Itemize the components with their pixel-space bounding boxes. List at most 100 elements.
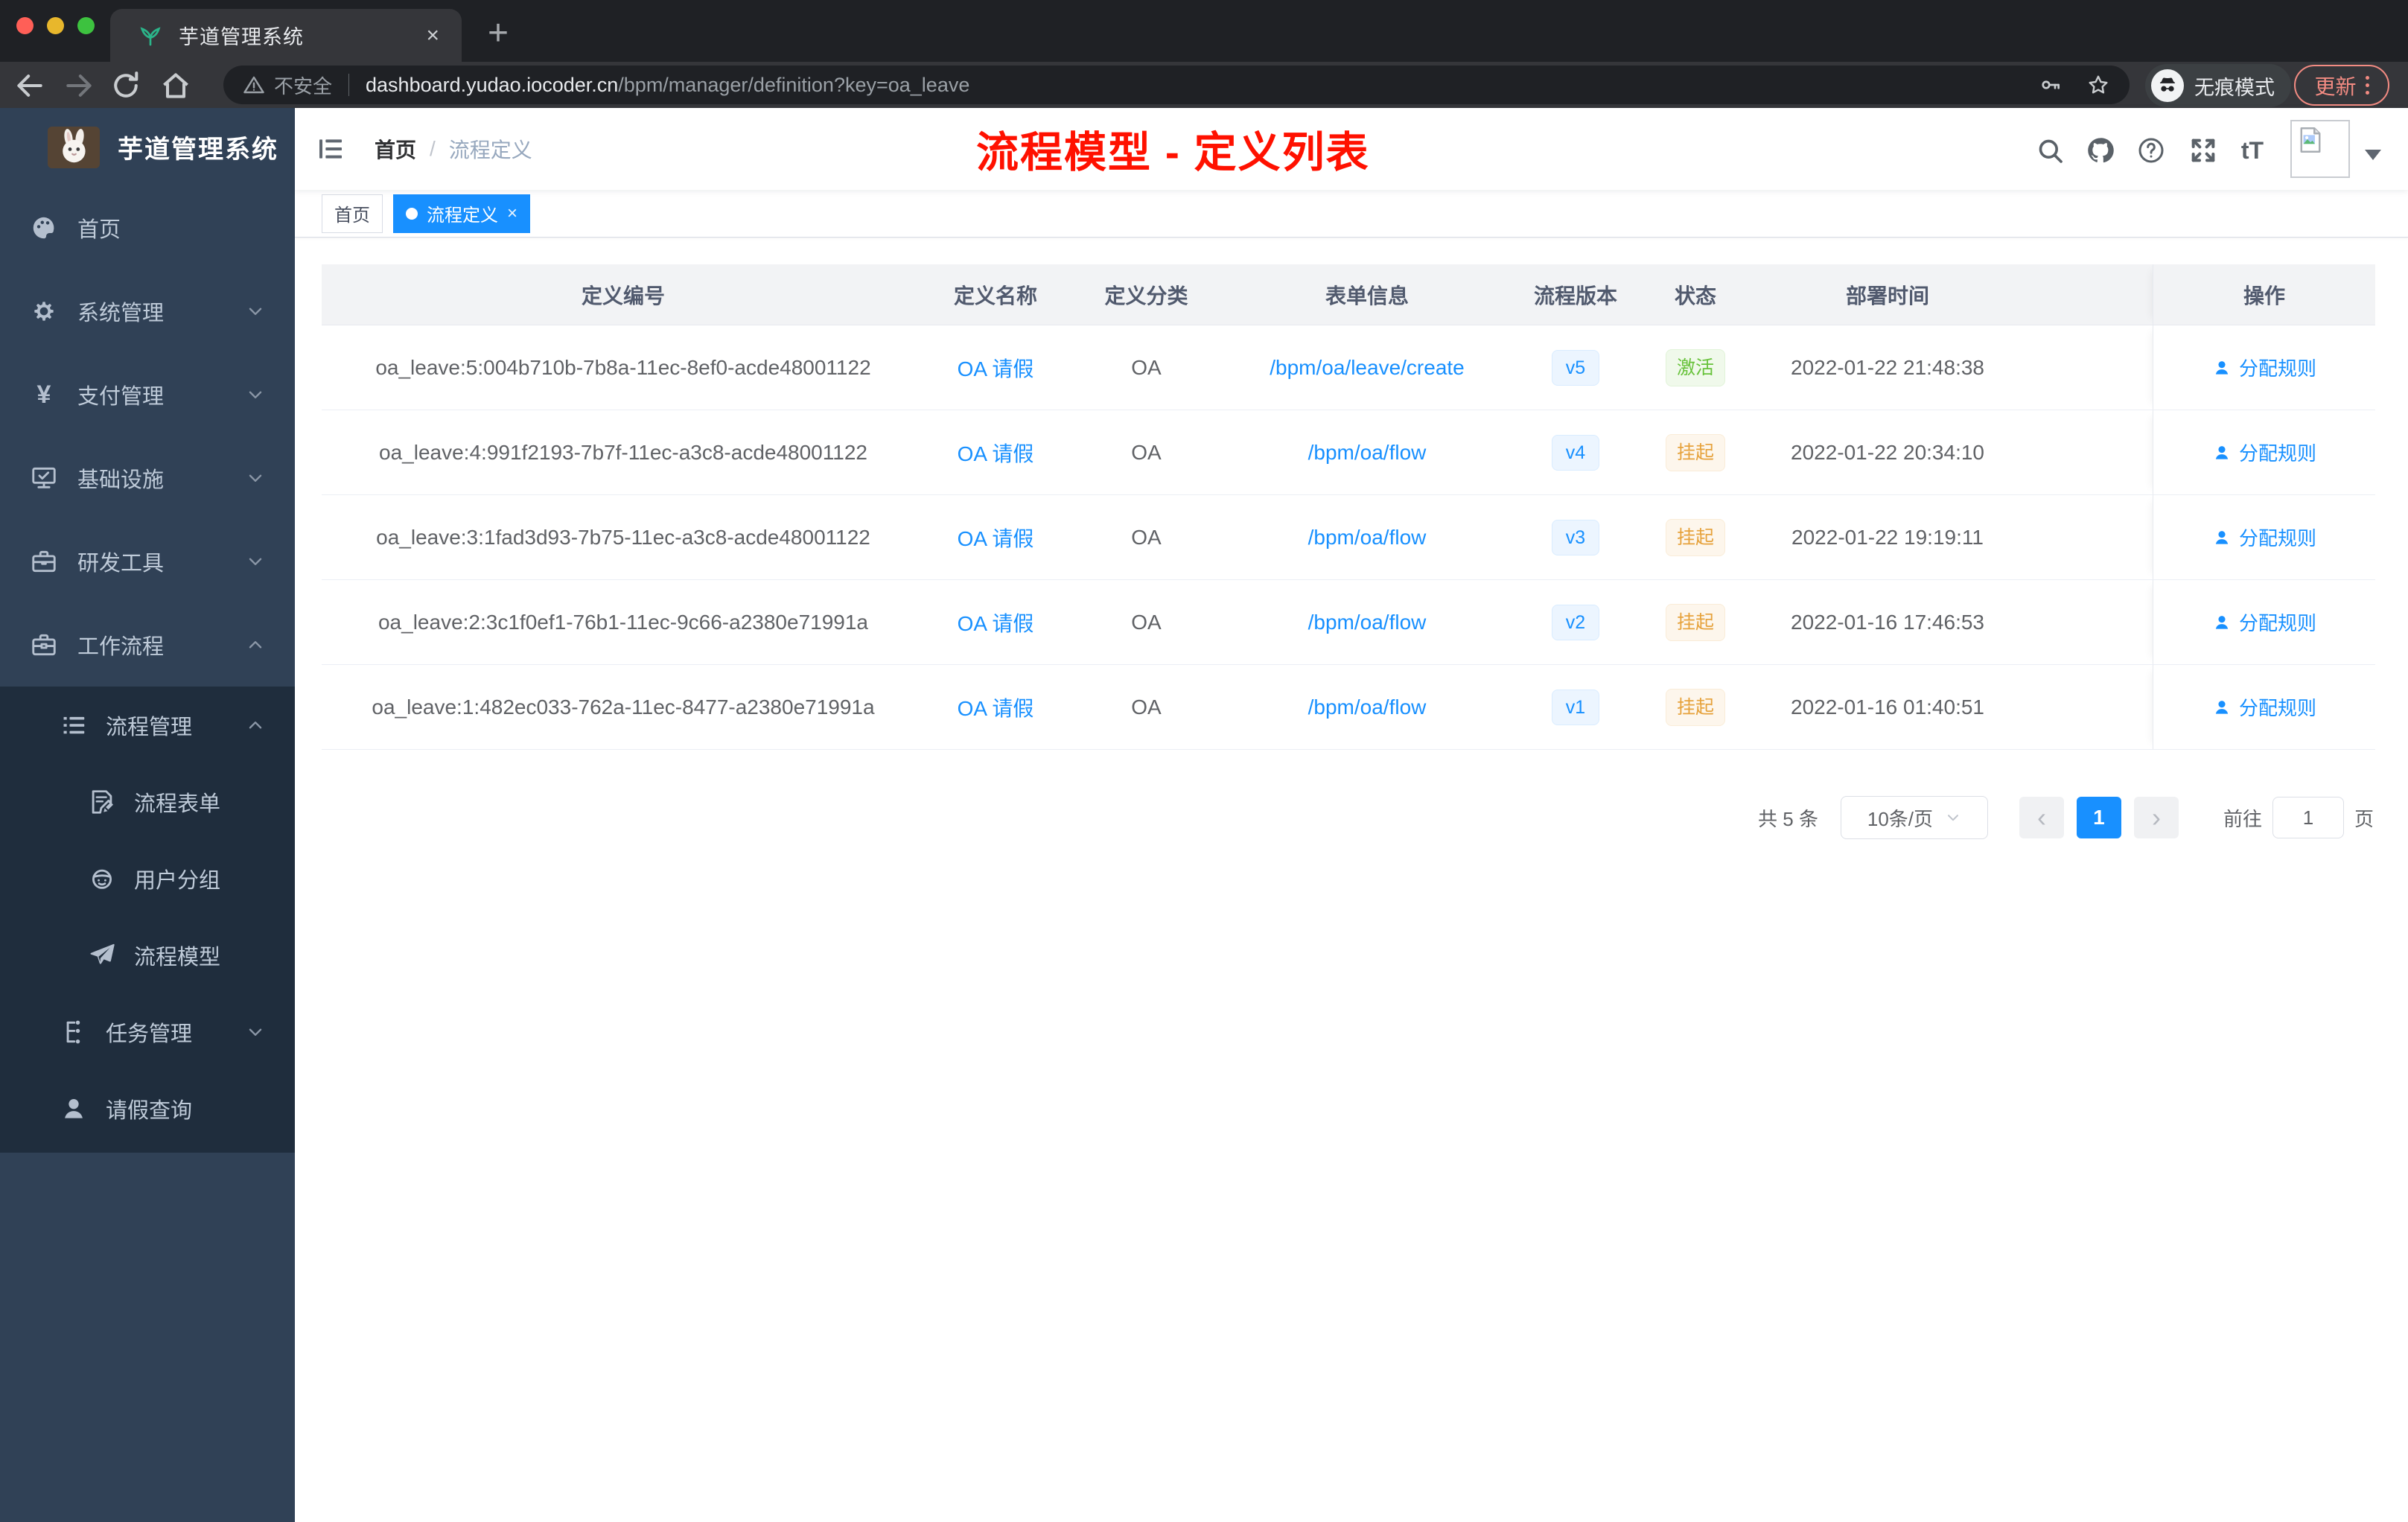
- window-close-button[interactable]: [16, 17, 34, 34]
- forward-icon[interactable]: [63, 69, 95, 102]
- address-bar[interactable]: 不安全 dashboard.yudao.iocoder.cn /bpm/mana…: [223, 66, 2130, 104]
- definition-name-link[interactable]: OA 请假: [958, 438, 1034, 468]
- dashboard-icon: [30, 214, 58, 242]
- sidebar-item-label: 流程管理: [106, 715, 193, 739]
- sidebar-item-用户分组[interactable]: 用户分组: [0, 840, 295, 917]
- browser-menu-icon[interactable]: [2365, 76, 2369, 95]
- definition-id-cell: oa_leave:1:482ec033-762a-11ec-8477-a2380…: [322, 695, 925, 719]
- assign-rule-button[interactable]: 分配规则: [2212, 693, 2316, 721]
- app-title: 芋道管理系统: [118, 136, 278, 164]
- sidebar-item-label: 流程模型: [134, 945, 221, 969]
- help-icon[interactable]: [2136, 136, 2166, 165]
- definition-name-link[interactable]: OA 请假: [958, 608, 1034, 637]
- sidebar-item-系统管理[interactable]: 系统管理: [0, 270, 295, 353]
- form-info-link[interactable]: /bpm/oa/flow: [1308, 611, 1427, 634]
- fullscreen-icon[interactable]: [2188, 136, 2218, 165]
- version-badge: v3: [1551, 519, 1600, 555]
- sidebar-logo: 芋道管理系统: [0, 108, 295, 186]
- form-info-link[interactable]: /bpm/oa/flow: [1308, 526, 1427, 550]
- bookmark-star-icon[interactable]: [2086, 73, 2110, 97]
- form-info-link[interactable]: /bpm/oa/flow: [1308, 695, 1427, 719]
- definition-name-cell: OA 请假: [925, 438, 1066, 468]
- sidebar-item-label: 任务管理: [106, 1022, 193, 1046]
- sidebar-item-工作流程[interactable]: 工作流程: [0, 603, 295, 687]
- password-key-icon[interactable]: [2039, 73, 2063, 97]
- assign-rule-button[interactable]: 分配规则: [2212, 523, 2316, 551]
- sidebar-item-支付管理[interactable]: ¥ 支付管理: [0, 353, 295, 436]
- window-minimize-button[interactable]: [47, 17, 64, 34]
- tag-close-icon[interactable]: ×: [507, 204, 517, 223]
- definition-id-cell: oa_leave:4:991f2193-7b7f-11ec-a3c8-acde4…: [322, 441, 925, 465]
- security-label[interactable]: 不安全: [274, 71, 332, 99]
- version-cell: v5: [1508, 349, 1643, 386]
- new-tab-button[interactable]: +: [474, 10, 523, 55]
- assign-rule-button[interactable]: 分配规则: [2212, 608, 2316, 636]
- assign-rule-label: 分配规则: [2238, 442, 2316, 465]
- assign-rule-button[interactable]: 分配规则: [2212, 354, 2316, 381]
- breadcrumb-separator: /: [430, 137, 436, 160]
- page-number-1[interactable]: 1: [2076, 797, 2121, 838]
- form-info-link[interactable]: /bpm/oa/flow: [1308, 441, 1427, 465]
- deploy-time: 2022-01-22 19:19:11: [1791, 525, 1984, 549]
- assign-rule-label: 分配规则: [2238, 357, 2316, 380]
- user-icon: [2212, 528, 2232, 547]
- browser-tab[interactable]: 芋道管理系统 ×: [110, 9, 462, 62]
- definition-category: OA: [1131, 440, 1162, 464]
- operation-cell: 分配规则: [2153, 495, 2375, 579]
- prev-page-button[interactable]: ‹: [2019, 797, 2064, 838]
- sidebar-item-任务管理[interactable]: 任务管理: [0, 993, 295, 1070]
- sidebar-item-流程模型[interactable]: 流程模型: [0, 917, 295, 993]
- avatar-dropdown-caret-icon[interactable]: [2365, 150, 2381, 160]
- assign-rule-button[interactable]: 分配规则: [2212, 439, 2316, 466]
- user-icon: [2212, 613, 2232, 632]
- page-size-select[interactable]: 10条/页: [1840, 796, 1988, 839]
- form-info-cell: /bpm/oa/flow: [1226, 526, 1508, 550]
- definition-name-link[interactable]: OA 请假: [958, 523, 1034, 553]
- sidebar-item-请假查询[interactable]: 请假查询: [0, 1070, 295, 1147]
- window-maximize-button[interactable]: [77, 17, 95, 34]
- tab-close-icon[interactable]: ×: [426, 23, 439, 48]
- goto-page-input[interactable]: [2272, 797, 2344, 838]
- definition-id-cell: oa_leave:3:1fad3d93-7b75-11ec-a3c8-acde4…: [322, 526, 925, 550]
- form-info-cell: /bpm/oa/flow: [1226, 695, 1508, 719]
- next-page-button[interactable]: ›: [2133, 797, 2179, 838]
- tag-流程定义[interactable]: 流程定义 ×: [393, 194, 531, 233]
- status-cell: 挂起: [1643, 518, 1748, 556]
- sidebar-item-流程管理[interactable]: 流程管理: [0, 687, 295, 763]
- font-size-icon[interactable]: tT: [2237, 136, 2267, 165]
- definition-id: oa_leave:4:991f2193-7b7f-11ec-a3c8-acde4…: [379, 440, 867, 464]
- definition-id: oa_leave:2:3c1f0ef1-76b1-11ec-9c66-a2380…: [378, 610, 868, 634]
- form-info-link[interactable]: /bpm/oa/leave/create: [1270, 356, 1465, 380]
- sidebar-item-流程表单[interactable]: 流程表单: [0, 763, 295, 840]
- breadcrumb-home[interactable]: 首页: [375, 134, 416, 164]
- definition-category-cell: OA: [1066, 611, 1226, 634]
- column-header-操作: 操作: [2153, 264, 2375, 325]
- definition-category-cell: OA: [1066, 695, 1226, 719]
- home-icon[interactable]: [159, 69, 192, 102]
- definition-name-link[interactable]: OA 请假: [958, 353, 1034, 383]
- deploy-time-cell: 2022-01-22 20:34:10: [1748, 441, 2028, 465]
- chevron-down-icon: [246, 302, 265, 321]
- hamburger-icon[interactable]: [316, 134, 345, 164]
- sidebar-item-基础设施[interactable]: 基础设施: [0, 436, 295, 520]
- sidebar-item-首页[interactable]: 首页: [0, 186, 295, 270]
- monitor-icon: [30, 464, 58, 492]
- sidebar: 芋道管理系统 首页 系统管理 ¥ 支付管理 基础设施 研发工具 工作流程流程管理流程表单 用户…: [0, 108, 295, 1522]
- status-cell: 激活: [1643, 348, 1748, 386]
- security-warning-icon[interactable]: [243, 74, 265, 96]
- definition-category: OA: [1131, 525, 1162, 549]
- sidebar-item-研发工具[interactable]: 研发工具: [0, 520, 295, 603]
- search-icon[interactable]: [2035, 136, 2065, 165]
- definition-name-link[interactable]: OA 请假: [958, 692, 1034, 722]
- column-header-状态: 状态: [1674, 284, 1716, 308]
- status-badge: 挂起: [1665, 518, 1725, 556]
- assign-rule-label: 分配规则: [2238, 527, 2316, 550]
- status-cell: 挂起: [1643, 603, 1748, 641]
- browser-update-button[interactable]: 更新: [2294, 65, 2389, 106]
- back-icon[interactable]: [13, 69, 46, 102]
- status-cell: 挂起: [1643, 433, 1748, 471]
- avatar[interactable]: [2290, 120, 2350, 178]
- tag-首页[interactable]: 首页: [322, 194, 383, 233]
- reload-icon[interactable]: [109, 69, 142, 102]
- github-icon[interactable]: [2086, 136, 2115, 165]
